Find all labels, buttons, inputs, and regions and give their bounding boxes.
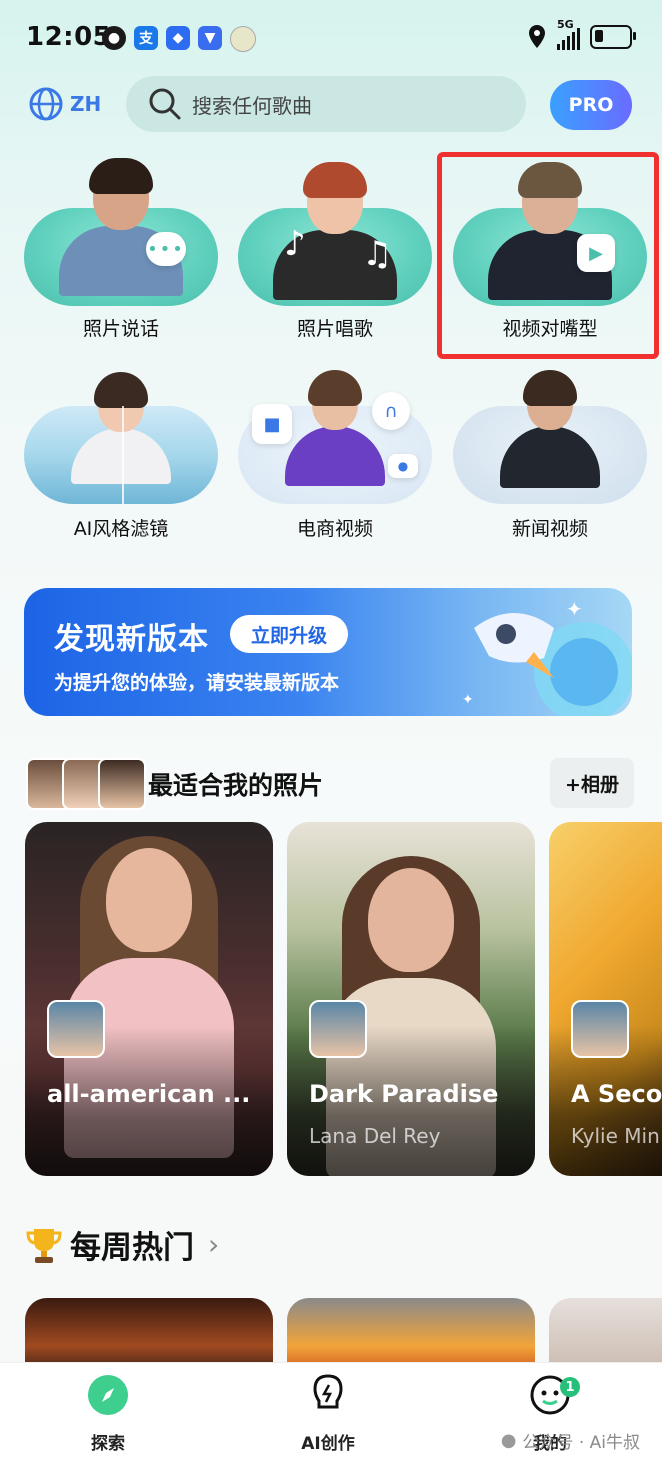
nav-ai-create[interactable]: AI创作: [268, 1373, 388, 1454]
photo-thumb: [98, 758, 146, 810]
location-icon: [529, 25, 545, 48]
rocket-icon: ✦ ✦: [462, 597, 632, 716]
feature-photo-talk[interactable]: ••• 照片说话: [14, 154, 228, 340]
feature-person-image: [71, 372, 171, 484]
update-banner[interactable]: 发现新版本 立即升级 为提升您的体验，请安装最新版本 ✦ ✦: [24, 588, 632, 716]
user-photo-thumb: [309, 1000, 367, 1058]
language-switch[interactable]: ZH: [28, 86, 101, 122]
chat-bubble-icon: •••: [146, 232, 186, 266]
status-bar: 12:05 ● 支 ◆ ▼ 5G: [0, 0, 662, 80]
search-placeholder: 搜索任何歌曲: [192, 93, 312, 118]
alipay-icon: 支: [134, 26, 158, 50]
user-photo-thumb: [47, 1000, 105, 1058]
feature-photo-sing[interactable]: ♪ ♫ 照片唱歌: [228, 154, 442, 340]
banner-subtitle: 为提升您的体验，请安装最新版本: [54, 672, 340, 694]
music-note-icon: ♪: [284, 224, 306, 264]
trophy-icon: [26, 1228, 62, 1263]
split-divider: [122, 406, 124, 504]
cellular-signal-icon: 5G: [557, 18, 580, 50]
section-title: 最适合我的照片: [148, 771, 324, 800]
notification-badge: 1: [560, 1377, 580, 1397]
weekly-hot-header[interactable]: 每周热门 ›: [24, 1222, 219, 1267]
wechat-watermark-icon: ●: [500, 1430, 517, 1451]
headphones-icon: ∩: [372, 392, 410, 430]
user-photo-thumb: [571, 1000, 629, 1058]
feature-label: 新闻视频: [511, 518, 588, 540]
compass-icon: [86, 1373, 130, 1417]
card-artist: Lana Del Rey: [309, 1124, 441, 1148]
search-icon: [149, 88, 181, 120]
banner-title: 发现新版本: [54, 622, 209, 657]
svg-text:✦: ✦: [462, 692, 474, 708]
best-photos-section: 最适合我的照片 +相册: [24, 756, 634, 812]
feature-news-video[interactable]: 新闻视频: [443, 352, 657, 540]
weekly-title: 每周热门: [70, 1230, 194, 1266]
add-album-button[interactable]: +相册: [550, 758, 634, 808]
nav-explore[interactable]: 探索: [48, 1373, 168, 1454]
shield-icon: ▼: [198, 26, 222, 50]
chevron-right-icon: ›: [208, 1228, 220, 1261]
song-card[interactable]: Dark Paradise Lana Del Rey: [287, 822, 535, 1176]
feature-person-image: [285, 370, 385, 486]
shopping-bag-icon: ■: [252, 404, 292, 444]
globe-icon: [29, 87, 63, 121]
highlight-box: [437, 152, 659, 359]
upgrade-now-button[interactable]: 立即升级: [230, 615, 348, 653]
feature-label: 照片说话: [82, 318, 159, 340]
feature-ecommerce-video[interactable]: ■ ∩ ● 电商视频: [228, 352, 442, 540]
pro-button[interactable]: PRO: [550, 80, 632, 130]
card-title: A Secor: [571, 1080, 662, 1108]
notification-icons: ● 支 ◆ ▼: [102, 26, 256, 52]
feature-label: 照片唱歌: [296, 318, 373, 340]
wechat-icon: ●: [102, 26, 126, 50]
nav-label: 探索: [91, 1434, 125, 1454]
battery-icon: [590, 25, 636, 49]
card-title: Dark Paradise: [309, 1080, 499, 1108]
language-label: ZH: [70, 92, 102, 116]
search-bar[interactable]: 搜索任何歌曲: [126, 76, 526, 132]
song-card[interactable]: A Secor Kylie Min: [549, 822, 662, 1176]
bulb-icon: [306, 1373, 350, 1417]
feature-person-image: [59, 158, 183, 296]
watermark: ● 公众号 · Ai牛叔: [501, 1428, 640, 1453]
round-app-icon: [230, 26, 256, 52]
app-notification-icon: ◆: [166, 26, 190, 50]
feature-label: 电商视频: [296, 518, 373, 540]
feature-ai-style-filter[interactable]: AI风格滤镜: [14, 352, 228, 540]
feature-label: AI风格滤镜: [73, 518, 169, 540]
product-tag-icon: ●: [388, 454, 418, 478]
photo-thumbnails: [26, 758, 146, 810]
song-card[interactable]: all-american ...: [25, 822, 273, 1176]
feature-person-image: [500, 370, 600, 488]
status-time: 12:05: [26, 22, 112, 52]
card-artist: Kylie Min: [571, 1124, 660, 1148]
svg-text:✦: ✦: [566, 597, 583, 621]
network-type: 5G: [557, 18, 574, 31]
card-title: all-american ...: [47, 1080, 251, 1108]
nav-label: AI创作: [301, 1434, 355, 1454]
music-note-icon: ♫: [362, 234, 393, 274]
watermark-text: 公众号 · Ai牛叔: [522, 1433, 640, 1453]
